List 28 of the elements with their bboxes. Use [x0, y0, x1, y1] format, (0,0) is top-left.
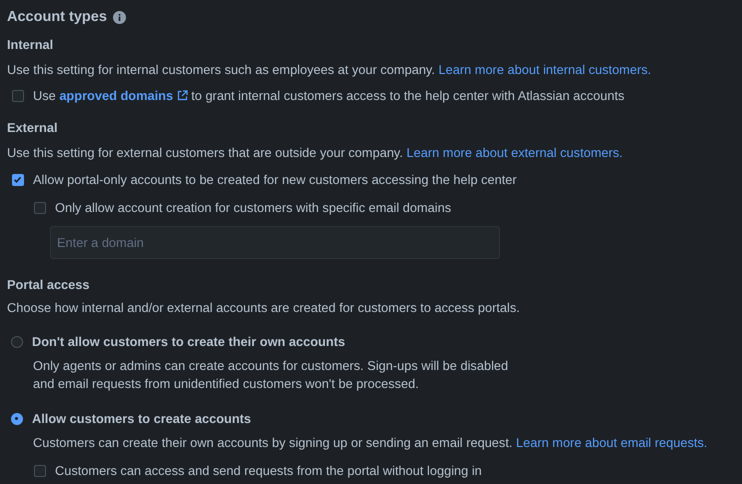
description-text: Use this setting for internal customers such as employees at your company. Learn more about internal customers.: [7, 61, 652, 79]
option-description: Customers can create their own accounts by signing up or sending an email request. Learn more about email requests.: [33, 434, 708, 452]
radio-label: Allow customers to create accounts: [32, 410, 252, 428]
subsection-title: External: [7, 119, 58, 137]
radio-button[interactable]: [11, 336, 23, 348]
checkbox[interactable]: [34, 465, 46, 477]
radio-label: Don't allow customers to create their own accounts: [32, 333, 346, 351]
subsection-title: Internal: [7, 36, 54, 54]
checkbox[interactable]: [12, 174, 24, 186]
option-description: Only agents or admins can create accounts for customers. Sign-ups will be disabled and email requests from unidentified customers won't be processed.: [33, 357, 510, 393]
subsection-title: Portal access: [7, 276, 90, 294]
learn-more-link[interactable]: Learn more about email requests.: [516, 435, 708, 450]
section-title: Account types: [7, 8, 107, 27]
description-text: Use this setting for external customers that are outside your company. Learn more about external customers.: [7, 144, 623, 162]
learn-more-link[interactable]: Learn more about internal customers.: [438, 62, 652, 77]
checkbox[interactable]: [34, 202, 46, 214]
checkbox[interactable]: [12, 90, 24, 102]
info-icon[interactable]: [112, 10, 126, 24]
checkbox-label: Allow portal-only accounts to be created for new customers accessing the help center: [33, 171, 517, 189]
checkbox-label: Customers can access and send requests from the portal without logging in: [55, 462, 482, 480]
domain-input-field[interactable]: Enter a domain: [50, 226, 500, 259]
learn-more-link[interactable]: Learn more about external customers.: [406, 145, 623, 160]
checkbox-label: Use approved domains to grant internal customers access to the help center with Atlassian accounts: [33, 87, 624, 105]
checkbox-label: Only allow account creation for customers with specific email domains: [55, 199, 452, 217]
external-link-icon: [176, 90, 188, 101]
description-text: Choose how internal and/or external accounts are created for customers to access portals.: [7, 299, 520, 317]
radio-button[interactable]: [11, 413, 23, 425]
approved-domains-link[interactable]: approved domains: [59, 88, 188, 103]
